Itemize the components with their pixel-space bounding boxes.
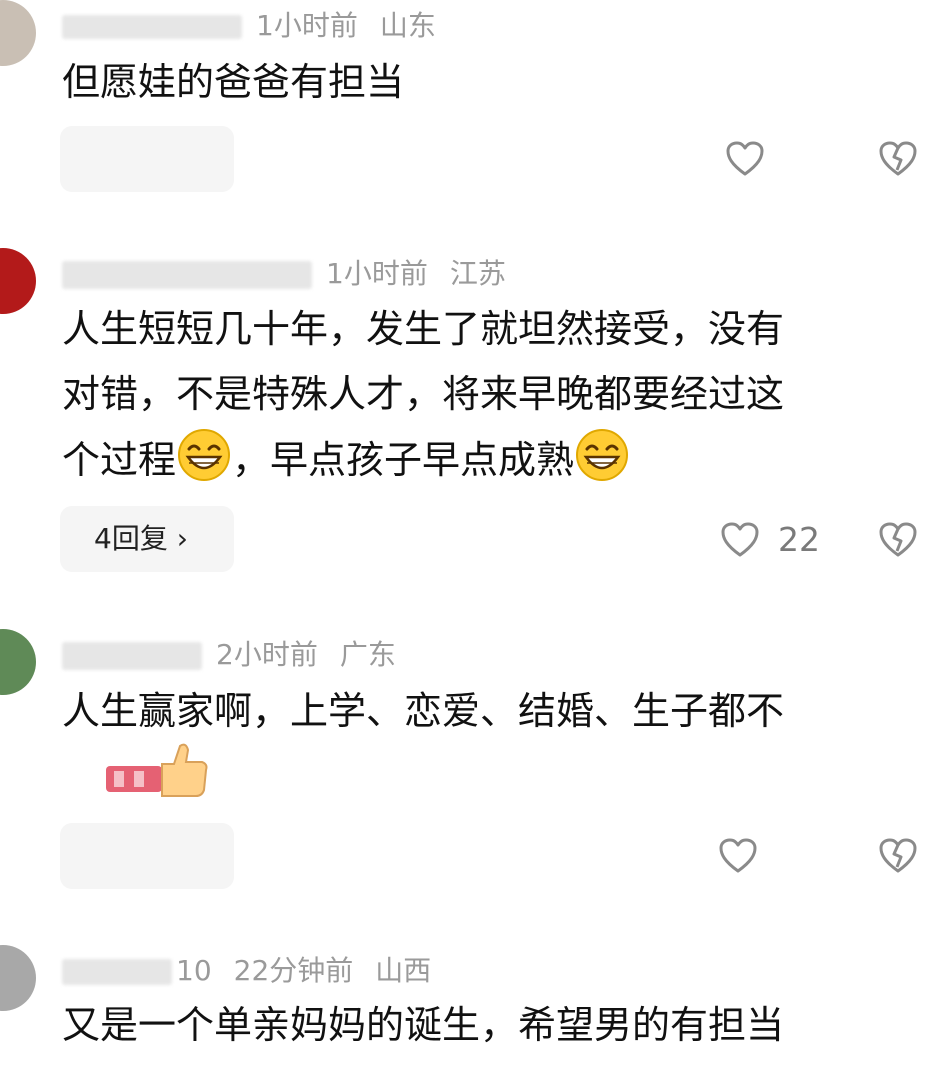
heart-outline-icon[interactable] [720,521,760,559]
heart-outline-icon[interactable] [725,140,765,178]
broken-heart-icon[interactable] [878,521,918,559]
avatar[interactable] [0,629,36,695]
comment-text-line: 人生赢家啊，上学、恋爱、结婚、生子都不 [62,689,785,733]
username-blurred [62,15,242,39]
avatar[interactable] [0,945,36,1011]
heart-outline-icon[interactable] [718,837,758,875]
comment-text: 但愿娃的爸爸有担当 [62,50,404,115]
like-count: 22 [778,520,820,559]
broken-heart-icon[interactable] [878,837,918,875]
comment-text-line-3: 个过程 ，早点孩子早点成熟 [62,427,784,493]
reply-pill[interactable] [60,126,234,192]
comment-text-line: 又是一个单亲妈妈的诞生，希望男的有担当 [62,1003,785,1047]
comment-text-line: 但愿娃的爸爸有担当 [62,60,405,104]
comment-text-line: 对错，不是特殊人才，将来早晚都要经过这 [62,372,785,416]
comment-text: 又是一个单亲妈妈的诞生，希望男的有担当 [62,993,784,1058]
username-blurred [62,959,172,985]
avatar[interactable] [0,248,36,314]
comment-time: 22分钟前 [233,954,354,987]
comment-text-line: 人生短短几十年，发生了就坦然接受，没有 [62,307,785,351]
reply-pill[interactable] [60,823,234,889]
comment-region: 江苏 [449,257,506,290]
comment-region: 山东 [379,9,436,42]
grinning-face-icon [576,429,629,481]
comment-text: 人生短短几十年，发生了就坦然接受，没有 对错，不是特殊人才，将来早晚都要经过这 … [62,297,784,493]
reply-count-button[interactable]: 4回复 › [60,506,234,572]
comment-time: 1小时前 [256,9,358,42]
comment-meta: 1小时前 山东 [62,4,458,44]
avatar[interactable] [0,0,36,66]
comment-meta: 2小时前 广东 [62,633,418,673]
comment-time: 1小时前 [326,257,428,290]
comment-meta: 1小时前 江苏 [62,252,528,292]
comment-meta: 10 22分钟前 山西 [62,949,453,989]
username-blurred [62,261,312,289]
broken-heart-icon[interactable] [878,140,918,178]
grinning-face-icon [178,429,231,481]
username-blurred [62,642,202,670]
comment-region: 广东 [339,638,396,671]
username-fragment: 10 [176,954,212,987]
thumbs-up-icon [106,743,208,797]
comment-time: 2小时前 [216,638,318,671]
comment-region: 山西 [375,954,432,987]
comment-text: 人生赢家啊，上学、恋爱、结婚、生子都不 [62,679,784,744]
